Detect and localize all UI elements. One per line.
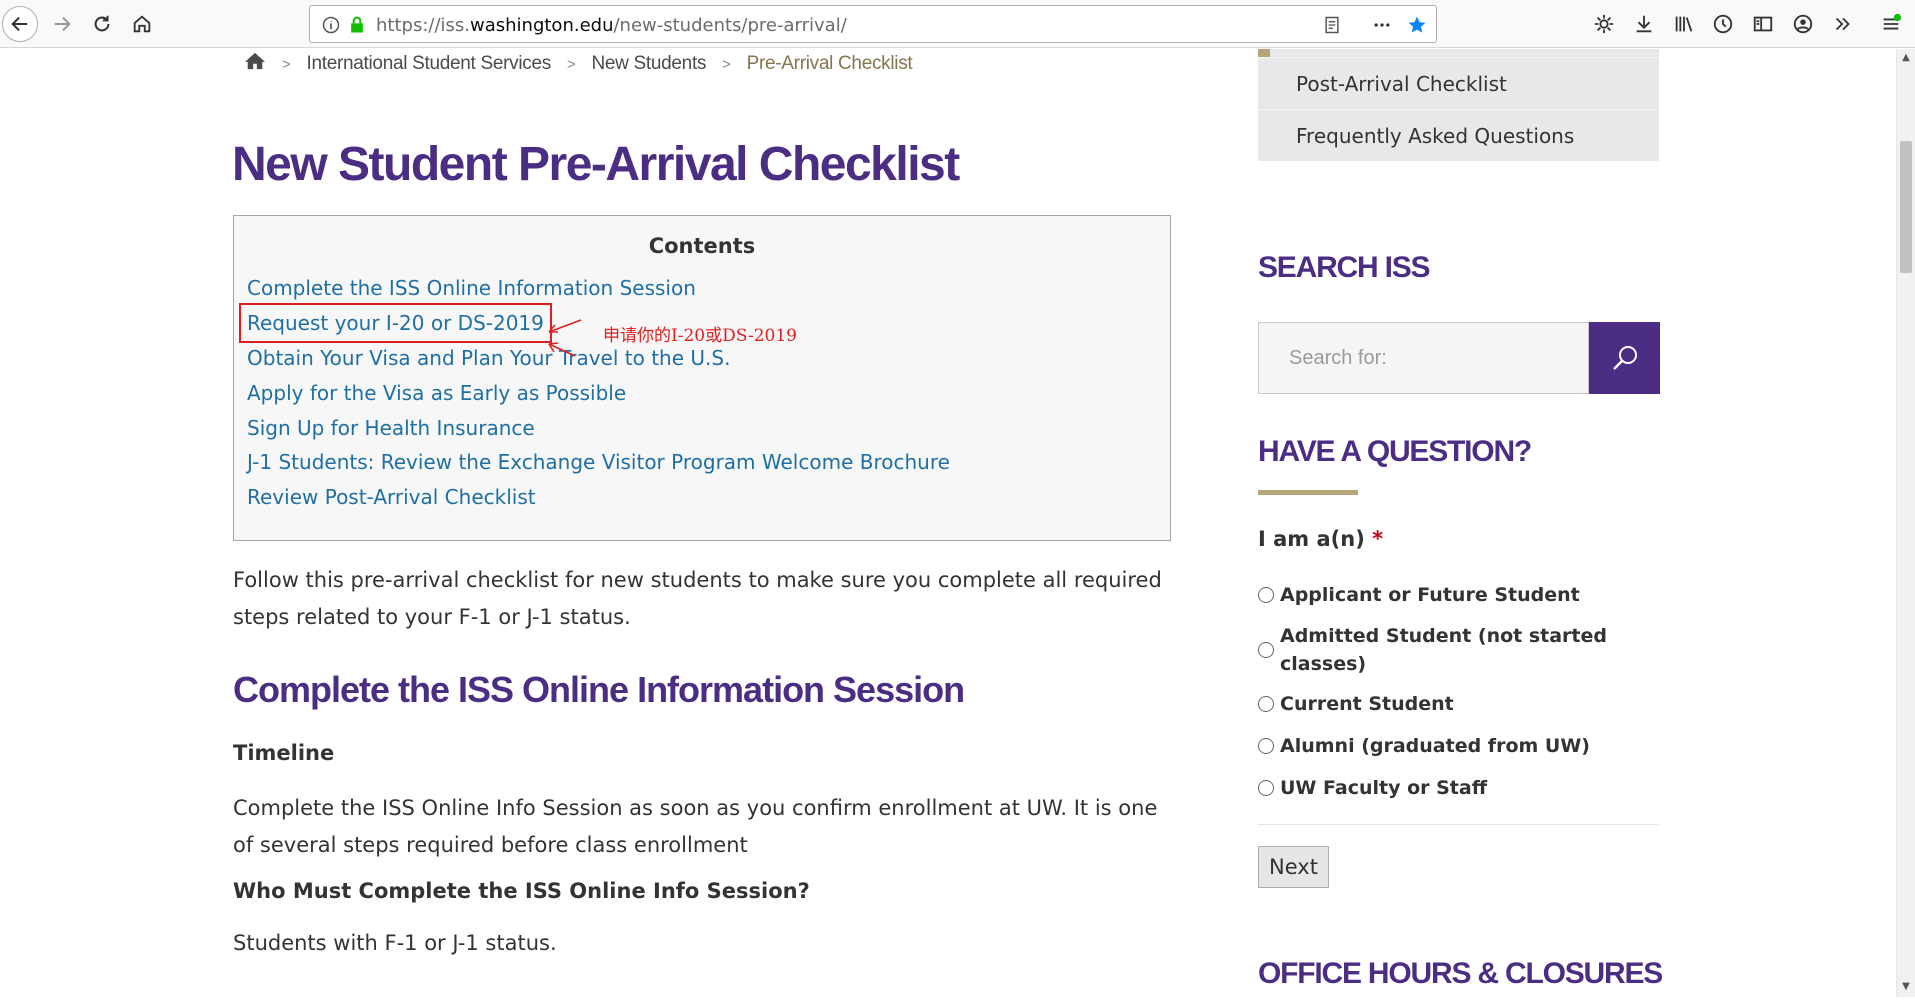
- toc-link-post-arrival[interactable]: Review Post-Arrival Checklist: [247, 485, 536, 509]
- option-label: Current Student: [1280, 693, 1454, 715]
- browser-toolbar: https://iss.washington.edu/new-students/…: [0, 0, 1915, 48]
- toc-link-info-session[interactable]: Complete the ISS Online Information Sess…: [247, 276, 696, 300]
- iam-label-text: I am a(n): [1258, 527, 1365, 551]
- url-text[interactable]: https://iss.washington.edu/new-students/…: [376, 15, 847, 36]
- sidebar-nav-active-bar: [1258, 49, 1659, 57]
- clock-icon: [1713, 14, 1733, 34]
- toc-link-obtain-visa[interactable]: Obtain Your Visa and Plan Your Travel to…: [247, 346, 730, 370]
- back-button[interactable]: [2, 6, 38, 42]
- option-label: Applicant or Future Student: [1280, 584, 1580, 606]
- vertical-scrollbar[interactable]: ▲ ▼: [1896, 49, 1915, 997]
- timeline-text: Complete the ISS Online Info Session as …: [233, 796, 1158, 857]
- download-icon: [1636, 15, 1652, 33]
- reload-icon: [94, 15, 110, 32]
- toc-link-j1-brochure[interactable]: J-1 Students: Review the Exchange Visito…: [247, 450, 950, 474]
- sidebar-nav: Post-Arrival Checklist Frequently Asked …: [1258, 49, 1659, 161]
- section-heading-info-session: Complete the ISS Online Information Sess…: [233, 669, 965, 710]
- sidebar-icon: [1753, 16, 1773, 32]
- breadcrumb-separator: >: [282, 55, 291, 73]
- search-form: [1258, 322, 1660, 394]
- scroll-up-icon[interactable]: ▲: [1901, 53, 1911, 63]
- bookmark-star-icon[interactable]: [1406, 14, 1428, 36]
- toc-link-request-i20[interactable]: Request your I-20 or DS-2019: [239, 303, 552, 343]
- gear-icon: [1594, 14, 1614, 34]
- toc-link-apply-visa[interactable]: Apply for the Visa as Early as Possible: [247, 381, 626, 405]
- overflow-button[interactable]: [1825, 6, 1861, 42]
- forward-button[interactable]: [44, 6, 80, 42]
- reload-button[interactable]: [84, 6, 120, 42]
- next-button[interactable]: Next: [1258, 846, 1329, 888]
- account-icon: [1793, 14, 1813, 34]
- who-must-text: Students with F-1 or J-1 status.: [233, 931, 557, 955]
- office-hours-heading: OFFICE HOURS & CLOSURES: [1258, 957, 1663, 990]
- home-button[interactable]: [124, 6, 160, 42]
- home-icon[interactable]: [244, 51, 266, 77]
- library-button[interactable]: [1666, 6, 1702, 42]
- history-button[interactable]: [1705, 6, 1741, 42]
- lock-icon[interactable]: [346, 14, 368, 36]
- option-label: Alumni (graduated from UW): [1280, 735, 1590, 757]
- downloads-button[interactable]: [1626, 6, 1662, 42]
- page-content: > International Student Services > New S…: [0, 49, 1896, 997]
- radio-button[interactable]: [1258, 587, 1274, 603]
- scroll-down-icon[interactable]: ▼: [1901, 982, 1911, 992]
- contents-title: Contents: [648, 234, 756, 258]
- sidebar-item-post-arrival[interactable]: Post-Arrival Checklist: [1258, 57, 1659, 109]
- search-icon: [1612, 346, 1637, 370]
- reader-view-icon[interactable]: [1321, 14, 1343, 36]
- menu-button[interactable]: [1873, 6, 1909, 42]
- timeline-label: Timeline: [233, 741, 335, 765]
- home-icon: [133, 15, 151, 33]
- intro-paragraph: Follow this pre-arrival checklist for ne…: [233, 568, 1162, 629]
- sidebar-item-faq[interactable]: Frequently Asked Questions: [1258, 109, 1659, 161]
- required-mark: *: [1372, 527, 1384, 551]
- who-must-label: Who Must Complete the ISS Online Info Se…: [233, 879, 810, 903]
- search-iss-heading: SEARCH ISS: [1258, 251, 1431, 284]
- toc-link-health-insurance[interactable]: Sign Up for Health Insurance: [247, 416, 535, 440]
- breadcrumb: > International Student Services > New S…: [244, 51, 913, 77]
- hamburger-icon: [1883, 13, 1902, 30]
- extension-button[interactable]: [1586, 6, 1622, 42]
- sidebar-button[interactable]: [1745, 6, 1781, 42]
- library-icon: [1675, 16, 1693, 32]
- double-chevron-icon: [1835, 17, 1850, 31]
- form-divider: [1258, 824, 1659, 825]
- annotation-text: 申请你的I-20或DS-2019: [603, 326, 797, 346]
- have-a-question-heading: HAVE A QUESTION?: [1258, 435, 1532, 468]
- breadcrumb-item-iss[interactable]: International Student Services: [306, 53, 551, 75]
- breadcrumb-separator: >: [566, 55, 576, 73]
- info-icon[interactable]: [320, 14, 342, 36]
- url-bar[interactable]: https://iss.washington.edu/new-students/…: [309, 5, 1437, 43]
- radio-button[interactable]: [1258, 642, 1274, 658]
- search-input[interactable]: [1258, 322, 1589, 394]
- more-actions-icon[interactable]: [1371, 14, 1393, 36]
- option-current[interactable]: Current Student: [1258, 690, 1454, 718]
- option-faculty-staff[interactable]: UW Faculty or Staff: [1258, 774, 1487, 802]
- search-button[interactable]: [1589, 322, 1660, 394]
- scroll-thumb[interactable]: [1900, 141, 1912, 273]
- account-button[interactable]: [1785, 6, 1821, 42]
- breadcrumb-current: Pre-Arrival Checklist: [746, 53, 913, 74]
- option-applicant[interactable]: Applicant or Future Student: [1258, 581, 1580, 609]
- breadcrumb-separator: >: [722, 55, 731, 73]
- option-label: Admitted Student (not started classes): [1280, 625, 1607, 675]
- contents-box: Contents Complete the ISS Online Informa…: [233, 215, 1171, 541]
- breadcrumb-item-new-students[interactable]: New Students: [591, 53, 706, 75]
- arrow-left-icon: [11, 16, 28, 32]
- heading-underline: [1258, 490, 1358, 495]
- iam-label: I am a(n) *: [1258, 527, 1383, 551]
- radio-button[interactable]: [1258, 696, 1274, 712]
- annotation-arrows: [548, 319, 582, 357]
- radio-button[interactable]: [1258, 780, 1274, 796]
- option-label: UW Faculty or Staff: [1280, 777, 1488, 799]
- option-alumni[interactable]: Alumni (graduated from UW): [1258, 732, 1590, 760]
- page-title: New Student Pre-Arrival Checklist: [232, 138, 960, 191]
- option-admitted[interactable]: Admitted Student (not started classes): [1258, 622, 1618, 678]
- radio-button[interactable]: [1258, 738, 1274, 754]
- arrow-right-icon: [54, 16, 71, 32]
